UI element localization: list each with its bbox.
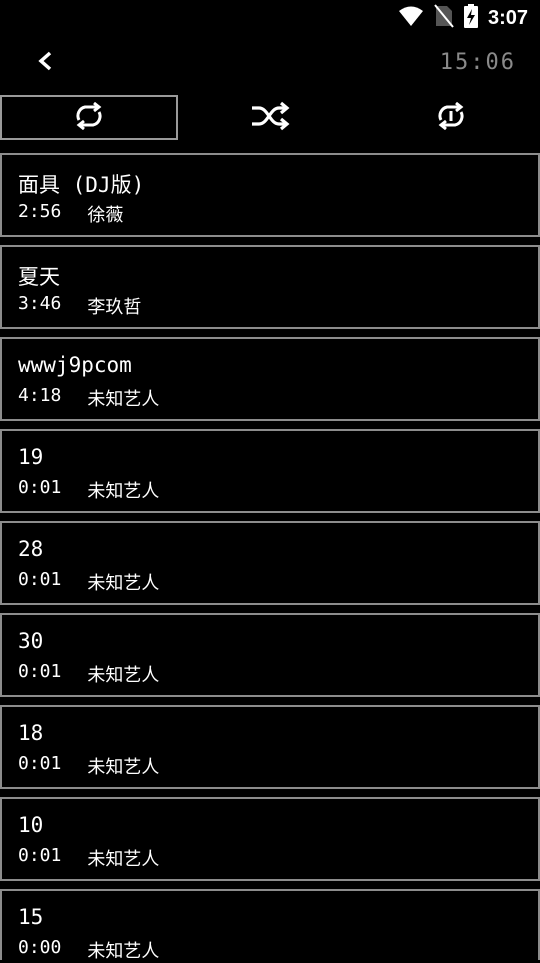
song-title: 28: [18, 537, 44, 561]
song-duration: 3:46: [18, 293, 62, 314]
song-artist: 未知艺人: [87, 941, 160, 962]
song-duration: 4:18: [18, 385, 62, 406]
song-duration: 0:01: [18, 845, 62, 866]
chevron-left-icon: [36, 50, 54, 76]
song-artist: 未知艺人: [87, 389, 160, 410]
song-artist: 未知艺人: [87, 665, 160, 686]
song-item[interactable]: 面具 (DJ版) 2:56 徐薇: [0, 153, 540, 237]
song-meta: 2:56 徐薇: [18, 201, 123, 227]
battery-charging-icon: [463, 4, 478, 32]
song-artist: 未知艺人: [87, 573, 160, 594]
shuffle-button[interactable]: [180, 95, 360, 140]
song-meta: 0:01 未知艺人: [18, 477, 159, 503]
song-item[interactable]: 28 0:01 未知艺人: [0, 521, 540, 605]
song-item[interactable]: wwwj9pcom 4:18 未知艺人: [0, 337, 540, 421]
repeat-all-button[interactable]: [0, 95, 178, 140]
song-title: 面具 (DJ版): [18, 173, 145, 197]
song-meta: 0:01 未知艺人: [18, 661, 159, 687]
status-icons: 3:07: [398, 4, 528, 32]
status-bar: 3:07: [0, 0, 540, 36]
back-button[interactable]: [30, 48, 60, 78]
song-duration: 0:00: [18, 937, 62, 958]
song-duration: 0:01: [18, 477, 62, 498]
song-duration: 2:56: [18, 201, 62, 222]
play-mode-bar: [0, 95, 540, 140]
repeat-one-icon: [434, 101, 468, 134]
wifi-icon: [398, 5, 424, 31]
song-item[interactable]: 18 0:01 未知艺人: [0, 705, 540, 789]
song-title: 15: [18, 905, 44, 929]
song-title: 10: [18, 813, 44, 837]
song-meta: 3:46 李玖哲: [18, 293, 141, 319]
song-meta: 0:01 未知艺人: [18, 569, 159, 595]
clock-display: 15:06: [439, 50, 516, 75]
song-title: 30: [18, 629, 44, 653]
header: 15:06: [0, 40, 540, 84]
song-title: 18: [18, 721, 44, 745]
song-item[interactable]: 30 0:01 未知艺人: [0, 613, 540, 697]
repeat-icon: [72, 101, 106, 134]
repeat-one-button[interactable]: [362, 95, 540, 140]
song-meta: 0:01 未知艺人: [18, 845, 159, 871]
song-artist: 徐薇: [87, 205, 124, 226]
status-time: 3:07: [487, 6, 528, 29]
song-meta: 0:01 未知艺人: [18, 753, 159, 779]
song-duration: 0:01: [18, 753, 62, 774]
song-item[interactable]: 10 0:01 未知艺人: [0, 797, 540, 881]
no-sim-icon: [434, 4, 454, 32]
song-duration: 0:01: [18, 569, 62, 590]
song-item[interactable]: 15 0:00 未知艺人: [0, 889, 540, 963]
song-meta: 0:00 未知艺人: [18, 937, 159, 963]
song-title: 19: [18, 445, 44, 469]
song-title: 夏天: [18, 265, 60, 289]
song-artist: 未知艺人: [87, 849, 160, 870]
song-title: wwwj9pcom: [18, 353, 132, 377]
song-artist: 李玖哲: [87, 297, 142, 318]
song-duration: 0:01: [18, 661, 62, 682]
song-meta: 4:18 未知艺人: [18, 385, 159, 411]
song-artist: 未知艺人: [87, 481, 160, 502]
shuffle-icon: [250, 101, 290, 135]
song-item[interactable]: 19 0:01 未知艺人: [0, 429, 540, 513]
song-item[interactable]: 夏天 3:46 李玖哲: [0, 245, 540, 329]
song-artist: 未知艺人: [87, 757, 160, 778]
